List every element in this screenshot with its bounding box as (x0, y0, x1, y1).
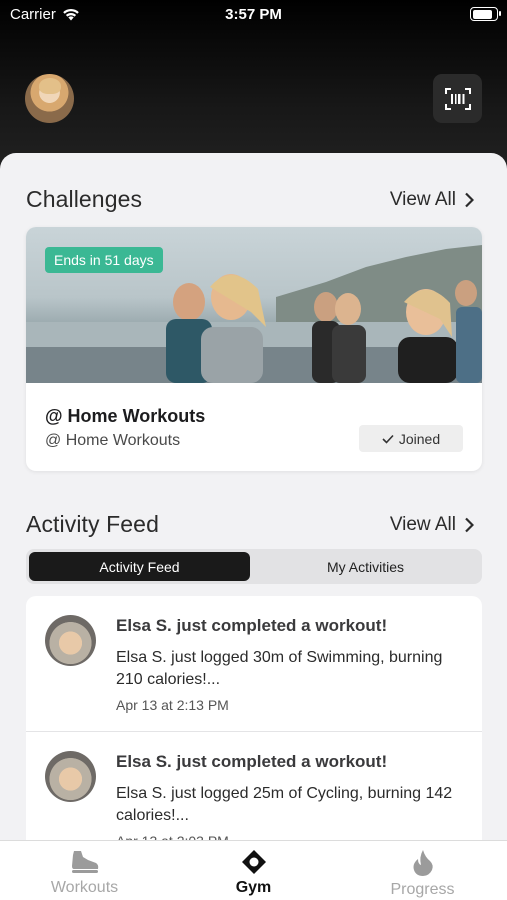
tab-bar: Workouts Gym Progress (0, 840, 507, 900)
battery-icon (470, 7, 501, 21)
feed-item-title: Elsa S. just completed a workout! (116, 752, 388, 771)
content-sheet: Challenges View All Ends in 51 days @ Ho… (0, 153, 507, 843)
challenge-subtitle: @ Home Workouts (45, 432, 181, 449)
activity-view-all-label: View All (389, 514, 456, 535)
activity-feed-list: Elsa S. just completed a workout! Elsa S… (26, 596, 482, 843)
feed-segmented-control: Activity Feed My Activities (26, 549, 482, 584)
checkmark-icon (382, 434, 394, 444)
ends-in-badge: Ends in 51 days (45, 247, 163, 273)
chevron-right-icon (465, 517, 474, 533)
user-avatar (45, 751, 96, 802)
challenge-card[interactable]: Ends in 51 days @ Home Workouts @ Home W… (26, 227, 482, 471)
challenge-name: @ Home Workouts (45, 406, 206, 426)
challenges-view-all[interactable]: View All (390, 189, 474, 211)
flame-icon (413, 850, 433, 876)
feed-item-text: Elsa S. just logged 30m of Swimming, bur… (116, 649, 443, 688)
header: Carrier 3:57 PM (0, 0, 507, 175)
tab-progress-label: Progress (390, 881, 455, 898)
chevron-right-icon (465, 192, 474, 208)
joined-button[interactable]: Joined (359, 425, 463, 452)
scan-button[interactable] (433, 74, 482, 123)
tab-gym[interactable]: Gym (169, 841, 338, 900)
tab-workouts[interactable]: Workouts (0, 841, 169, 900)
profile-avatar[interactable] (25, 74, 74, 123)
tab-workouts-label: Workouts (50, 879, 119, 896)
segment-activity-feed[interactable]: Activity Feed (29, 552, 250, 581)
challenges-title: Challenges (26, 186, 143, 212)
feed-item-title: Elsa S. just completed a workout! (116, 616, 388, 635)
gym-location-icon (241, 850, 266, 874)
tab-progress[interactable]: Progress (338, 841, 507, 900)
feed-item-text: Elsa S. just logged 25m of Cycling, burn… (116, 785, 453, 824)
activity-feed-title: Activity Feed (26, 511, 159, 537)
challenges-view-all-label: View All (389, 189, 456, 210)
feed-item[interactable]: Elsa S. just completed a workout! Elsa S… (26, 731, 482, 843)
feed-item[interactable]: Elsa S. just completed a workout! Elsa S… (26, 596, 482, 731)
joined-label: Joined (398, 430, 441, 447)
shoe-icon (71, 851, 98, 873)
barcode-scan-icon (444, 87, 471, 110)
challenge-photo: Ends in 51 days (26, 227, 482, 383)
segment-my-activities[interactable]: My Activities (252, 552, 479, 581)
user-avatar (45, 615, 96, 666)
status-bar: Carrier 3:57 PM (0, 0, 507, 30)
activity-view-all[interactable]: View All (390, 514, 474, 536)
status-time: 3:57 PM (225, 6, 282, 23)
tab-gym-label: Gym (235, 879, 272, 896)
feed-item-time: Apr 13 at 2:13 PM (116, 697, 229, 713)
battery-fill (472, 9, 493, 19)
